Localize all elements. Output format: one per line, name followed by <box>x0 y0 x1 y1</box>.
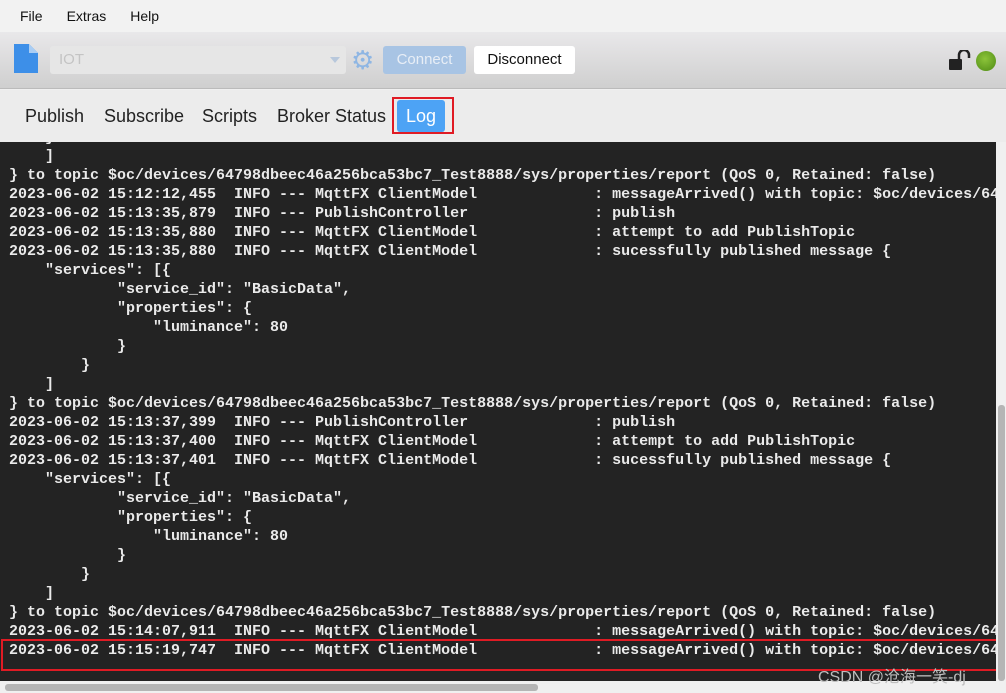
toolbar: IOT ⚙ Connect Disconnect <box>0 32 1006 89</box>
chevron-down-icon <box>330 57 340 63</box>
menu-help[interactable]: Help <box>118 8 171 24</box>
log-line: } <box>9 338 127 355</box>
log-line: 2023-06-02 15:13:37,399 INFO --- Publish… <box>9 414 676 431</box>
log-line: } <box>9 566 91 583</box>
file-icon[interactable] <box>14 44 38 73</box>
highlight-box <box>392 97 454 134</box>
log-line: "service_id": "BasicData", <box>9 281 352 298</box>
log-line: "properties": { <box>9 509 253 526</box>
log-line: } to topic $oc/devices/64798dbeec46a256b… <box>9 604 937 621</box>
vertical-scrollbar[interactable] <box>998 405 1005 681</box>
log-line: } <box>9 357 91 374</box>
log-line: "services": [{ <box>9 262 172 279</box>
menu-bar: File Extras Help <box>0 0 1006 32</box>
watermark: CSDN @沧海一笑-dj <box>818 669 966 686</box>
log-line: } <box>9 547 127 564</box>
unlock-icon <box>949 50 971 70</box>
tab-broker-status[interactable]: Broker Status <box>277 106 386 136</box>
connection-status-indicator <box>976 51 996 71</box>
log-line: "luminance": 80 <box>9 528 289 545</box>
log-line: 2023-06-02 15:12:12,455 INFO --- MqttFX … <box>9 186 996 203</box>
log-line: 2023-06-02 15:13:37,401 INFO --- MqttFX … <box>9 452 892 469</box>
gear-icon[interactable]: ⚙ <box>351 46 374 74</box>
log-line: "properties": { <box>9 300 253 317</box>
log-line: 2023-06-02 15:13:35,879 INFO --- Publish… <box>9 205 676 222</box>
menu-file[interactable]: File <box>8 8 55 24</box>
log-line: "services": [{ <box>9 471 172 488</box>
log-line: 2023-06-02 15:13:35,880 INFO --- MqttFX … <box>9 243 892 260</box>
log-line: ] <box>9 376 55 393</box>
tab-bar: Publish Subscribe Scripts Broker Status … <box>0 90 1006 142</box>
disconnect-button[interactable]: Disconnect <box>474 46 575 74</box>
tab-scripts[interactable]: Scripts <box>202 106 257 136</box>
menu-extras[interactable]: Extras <box>55 8 119 24</box>
profile-value: IOT <box>59 51 84 68</box>
log-line: "service_id": "BasicData", <box>9 490 352 507</box>
log-line: } to topic $oc/devices/64798dbeec46a256b… <box>9 395 937 412</box>
log-line: ] <box>9 148 55 165</box>
log-line: } to topic $oc/devices/64798dbeec46a256b… <box>9 167 937 184</box>
tab-subscribe[interactable]: Subscribe <box>104 106 184 136</box>
connect-button[interactable]: Connect <box>383 46 466 74</box>
tab-publish[interactable]: Publish <box>25 106 84 136</box>
log-line: 2023-06-02 15:13:35,880 INFO --- MqttFX … <box>9 224 856 241</box>
log-line: ] <box>9 585 55 602</box>
horizontal-scrollbar[interactable] <box>5 684 538 691</box>
log-output[interactable]: } ] } to topic $oc/devices/64798dbeec46a2… <box>0 142 996 681</box>
profile-select[interactable]: IOT <box>50 46 346 74</box>
log-line: 2023-06-02 15:13:37,400 INFO --- MqttFX … <box>9 433 856 450</box>
log-line: "luminance": 80 <box>9 319 289 336</box>
